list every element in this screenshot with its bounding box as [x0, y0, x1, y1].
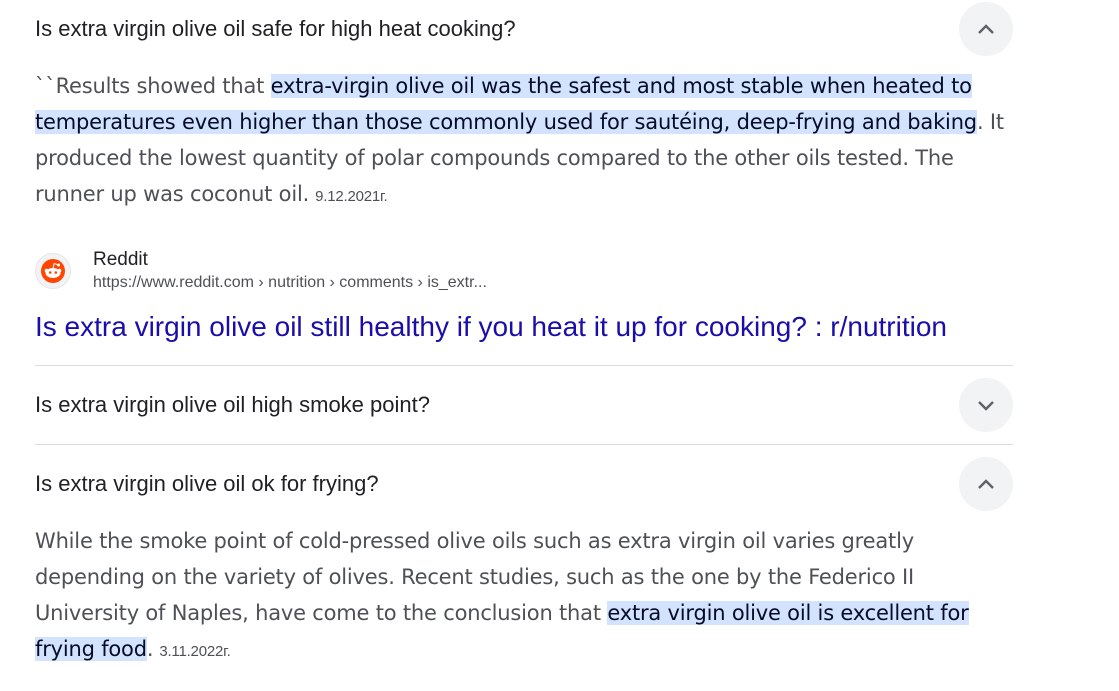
faq-question-row[interactable]: Is extra virgin olive oil safe for high …: [35, 0, 1013, 58]
result-title-link[interactable]: Is extra virgin olive oil still healthy …: [35, 309, 1013, 345]
faq-question-row[interactable]: Is extra virgin olive oil ok for frying?: [35, 455, 1013, 513]
chevron-up-icon[interactable]: [959, 457, 1013, 511]
faq-answer: While the smoke point of cold-pressed ol…: [35, 523, 1013, 670]
answer-text: .: [146, 637, 154, 661]
faq-answer: ``Results showed that extra-virgin olive…: [35, 68, 1013, 215]
answer-date: 9.12.2021г.: [315, 188, 388, 205]
divider: [35, 444, 1013, 445]
source-url[interactable]: https://www.reddit.com › nutrition › com…: [93, 272, 487, 294]
chevron-up-icon[interactable]: [959, 2, 1013, 56]
faq-question-row[interactable]: Is extra virgin olive oil high smoke poi…: [35, 376, 1013, 434]
answer-date: 3.11.2022г.: [159, 643, 231, 660]
faq-question: Is extra virgin olive oil ok for frying?: [35, 471, 379, 496]
answer-text: ``Results showed that: [35, 74, 271, 98]
source-meta: Reddit https://www.reddit.com › nutritio…: [93, 248, 487, 294]
reddit-icon: [35, 253, 71, 289]
faq-question: Is extra virgin olive oil high smoke poi…: [35, 392, 430, 417]
source-name: Reddit: [93, 249, 148, 270]
divider: [35, 365, 1013, 366]
source-info[interactable]: Reddit https://www.reddit.com › nutritio…: [35, 243, 1013, 299]
faq-question: Is extra virgin olive oil safe for high …: [35, 16, 516, 41]
chevron-down-icon[interactable]: [959, 378, 1013, 432]
related-questions: Is extra virgin olive oil safe for high …: [35, 0, 1013, 670]
